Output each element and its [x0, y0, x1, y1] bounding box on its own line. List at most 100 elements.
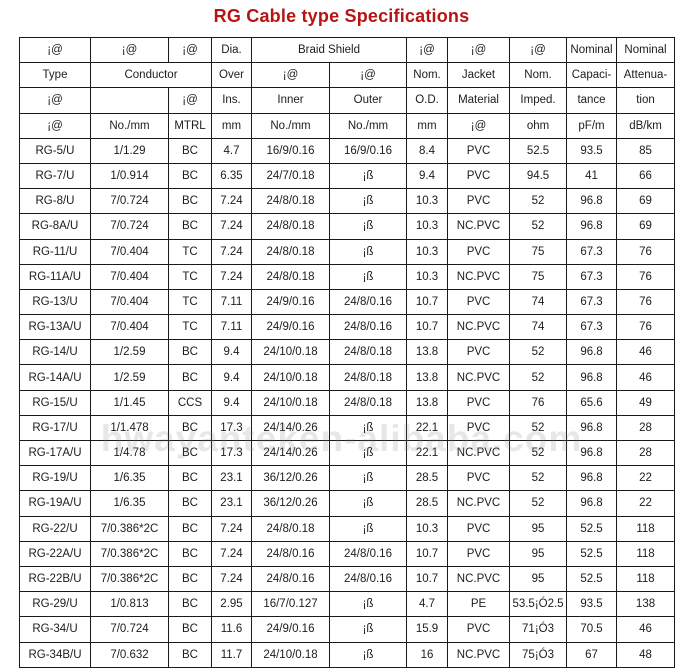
data-cell: ¡ß [328, 641, 408, 668]
column-header-cell: tion [616, 87, 676, 114]
data-cell: 75 [509, 263, 568, 290]
data-cell: 24/10/0.18 [251, 389, 330, 416]
column-header-cell: MTRL [168, 112, 212, 139]
data-cell: 69 [616, 213, 676, 240]
data-cell: 7.24 [211, 238, 252, 265]
table-row: RG-22A/U 7/0.386*2C BC 7.24 24/8/0.16 24/8/0.… [19, 540, 676, 567]
column-header-cell: Ins. [211, 87, 252, 114]
data-cell: 52 [509, 465, 568, 492]
column-header-cell: ¡@ [19, 87, 91, 114]
data-cell: PVC [447, 389, 511, 416]
data-cell: TC [168, 288, 212, 316]
data-cell: 67.3 [566, 288, 618, 316]
data-cell: PVC [447, 540, 511, 567]
data-cell: 24/7/0.18 [251, 162, 330, 190]
column-header-cell: Nominal [616, 36, 676, 64]
column-header-cell: mm [211, 112, 252, 139]
data-cell: 65.6 [566, 389, 618, 416]
data-cell: 7/0.386*2C [90, 565, 169, 593]
table-row: RG-13A/U 7/0.404 TC 7.11 24/9/0.16 24/8/0.16 1… [19, 314, 676, 341]
column-header-cell: ¡@ [509, 36, 568, 64]
column-header-cell: ¡@ [90, 36, 169, 64]
table-header: ¡@ ¡@ ¡@ Dia. Braid Shield ¡@ ¡@ ¡@ Nominal Nomin… [19, 36, 676, 139]
data-cell: NC.PVC [447, 314, 511, 341]
data-cell: 10.3 [406, 213, 449, 240]
data-cell: 52 [509, 364, 568, 391]
column-header-cell: No./mm [90, 112, 169, 139]
data-cell: 24/14/0.26 [251, 439, 330, 467]
column-header-cell: dB/km [616, 112, 676, 139]
data-cell: BC [168, 364, 212, 391]
data-cell: 9.4 [211, 389, 252, 416]
data-cell: BC [168, 540, 212, 567]
data-cell: 7.24 [211, 540, 252, 567]
data-cell: 76 [616, 288, 676, 316]
data-cell: 49 [616, 389, 676, 416]
table-header-row: ¡@ ¡@ ¡@ Dia. Braid Shield ¡@ ¡@ ¡@ Nominal Nomin… [19, 36, 676, 64]
data-cell: 17.3 [211, 439, 252, 467]
data-cell: 52 [509, 188, 568, 215]
data-cell: 22.1 [406, 414, 449, 442]
data-cell: 52 [509, 213, 568, 240]
cable-type-cell: RG-15/U [19, 389, 91, 416]
column-header-cell: Braid Shield [250, 36, 408, 64]
data-cell: 7.11 [211, 314, 252, 341]
data-cell: 95 [509, 540, 568, 567]
data-cell: 24/9/0.16 [251, 314, 330, 341]
column-header-cell: Conductor [90, 62, 212, 89]
data-cell: NC.PVC [447, 565, 511, 593]
column-header-cell: ¡@ [168, 87, 212, 114]
column-header-cell: ¡@ [447, 112, 511, 139]
data-cell: BC [168, 213, 212, 240]
table-row: RG-17A/U 1/4.78 BC 17.3 24/14/0.26 ¡ß 22.1 NC.P… [19, 439, 676, 467]
cable-type-cell: RG-17A/U [19, 439, 91, 467]
data-cell: 69 [616, 188, 676, 215]
data-cell: BC [168, 162, 212, 190]
cable-type-cell: RG-14/U [19, 339, 91, 366]
data-cell: 28.5 [406, 490, 449, 517]
data-cell: 7/0.404 [90, 263, 169, 290]
data-cell: 52.5 [566, 565, 618, 593]
data-cell: 24/14/0.26 [251, 414, 330, 442]
data-cell: ¡ß [328, 263, 408, 290]
data-cell: 10.7 [406, 540, 449, 567]
column-header-cell: No./mm [328, 112, 408, 139]
data-cell: 7.24 [211, 263, 252, 290]
data-cell: 10.3 [406, 515, 449, 542]
data-cell: 93.5 [566, 591, 618, 618]
data-cell: NC.PVC [447, 490, 511, 517]
column-header-cell: ¡@ [447, 36, 511, 64]
data-cell: 52 [509, 339, 568, 366]
cable-type-cell: RG-19A/U [19, 490, 91, 517]
data-cell: ¡ß [328, 162, 408, 190]
data-cell: 24/8/0.16 [328, 288, 408, 316]
column-header-cell: Type [19, 62, 91, 89]
data-cell: 96.8 [566, 364, 618, 391]
data-cell: 96.8 [566, 439, 618, 467]
column-header-cell: tance [566, 87, 618, 114]
data-cell: 74 [509, 314, 568, 341]
data-cell: 24/10/0.18 [251, 364, 330, 391]
data-cell: 52 [509, 414, 568, 442]
data-cell: ¡ß [328, 238, 408, 265]
data-cell: 7.11 [211, 288, 252, 316]
data-cell: 118 [616, 515, 676, 542]
data-cell: ¡ß [328, 213, 408, 240]
column-header-cell: ¡@ [406, 36, 449, 64]
data-cell: 24/8/0.18 [328, 389, 408, 416]
data-cell: 24/8/0.18 [328, 339, 408, 366]
data-cell: 22 [616, 490, 676, 517]
data-cell: BC [168, 465, 212, 492]
column-header-cell: pF/m [566, 112, 618, 139]
cable-type-cell: RG-22A/U [19, 540, 91, 567]
data-cell: 52.5 [566, 540, 618, 567]
data-cell: 1/2.59 [90, 339, 169, 366]
cable-type-cell: RG-13A/U [19, 314, 91, 341]
data-cell: PVC [447, 162, 511, 190]
data-cell: BC [168, 641, 212, 668]
data-cell: 22 [616, 465, 676, 492]
cable-type-cell: RG-8/U [19, 188, 91, 215]
data-cell: BC [168, 515, 212, 542]
data-cell: 24/8/0.16 [328, 540, 408, 567]
data-cell: 24/9/0.16 [251, 288, 330, 316]
